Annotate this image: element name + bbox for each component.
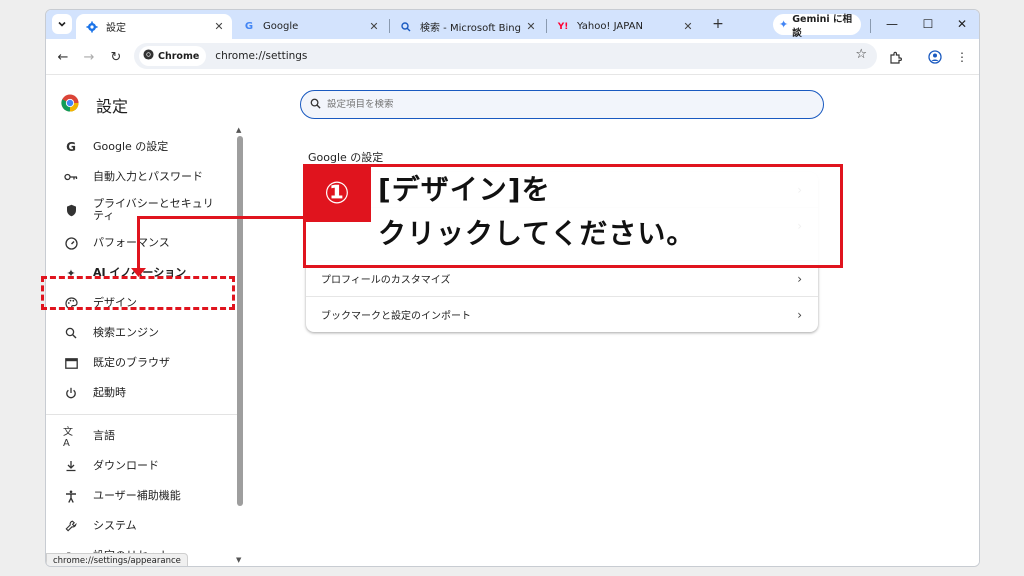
- chrome-logo-icon: [61, 94, 79, 112]
- sidebar-item-on-startup[interactable]: 起動時: [46, 379, 242, 407]
- tab-label: 設定: [106, 23, 126, 34]
- sidebar-item-autofill[interactable]: 自動入力とパスワード: [46, 163, 242, 191]
- card-row-import-bookmarks[interactable]: ブックマークと設定のインポート ›: [306, 297, 818, 332]
- chevron-down-icon: [58, 21, 66, 27]
- search-icon: [63, 325, 79, 341]
- google-g-icon: G: [66, 140, 76, 154]
- tab-bing[interactable]: 検索 - Microsoft Bing ✕: [390, 14, 544, 39]
- sidebar-item-label: ユーザー補助機能: [93, 489, 181, 502]
- sidebar-item-google[interactable]: G Google の設定: [46, 133, 242, 161]
- sidebar-item-downloads[interactable]: ダウンロード: [46, 452, 242, 480]
- url-text: chrome://settings: [215, 50, 308, 62]
- power-icon: [63, 385, 79, 401]
- callout-text: [デザイン]を クリックしてください。: [378, 168, 695, 256]
- status-bar-url: chrome://settings/appearance: [46, 553, 188, 566]
- scroll-up-arrow-icon[interactable]: ▲: [236, 126, 241, 134]
- site-chip-label: Chrome: [158, 50, 200, 62]
- yahoo-icon: Y!: [557, 21, 569, 32]
- section-title: Google の設定: [308, 151, 384, 164]
- highlight-box: [41, 276, 235, 310]
- sidebar-item-languages[interactable]: 文A 言語: [46, 422, 242, 450]
- sidebar-divider: [46, 414, 242, 415]
- sidebar-item-label: 検索エンジン: [93, 326, 159, 339]
- extensions-icon[interactable]: [886, 48, 904, 66]
- settings-search[interactable]: [300, 90, 824, 119]
- key-icon: [63, 169, 79, 185]
- sidebar-scroll-thumb[interactable]: [237, 136, 243, 506]
- sidebar-item-privacy[interactable]: プライバシーとセキュリティ: [46, 190, 242, 230]
- new-tab-button[interactable]: +: [709, 15, 727, 33]
- tab-settings[interactable]: 設定 ✕: [76, 14, 232, 39]
- tab-google[interactable]: G Google ✕: [233, 14, 387, 39]
- scroll-down-arrow-icon[interactable]: ▼: [236, 556, 241, 564]
- step-badge: ①: [303, 164, 371, 222]
- settings-sidebar: 設定 G Google の設定 自動入力とパスワード プライバシーとセキュリティ: [46, 76, 244, 566]
- callout-line: [137, 216, 305, 219]
- shield-icon: [63, 202, 79, 218]
- search-input[interactable]: [327, 99, 787, 110]
- tab-label: 検索 - Microsoft Bing: [420, 23, 521, 34]
- gear-icon: [86, 21, 98, 33]
- maximize-icon[interactable]: ☐: [918, 15, 938, 33]
- profile-icon[interactable]: [926, 48, 944, 66]
- sidebar-item-label: Google の設定: [93, 140, 169, 153]
- tab-separator: [870, 19, 871, 33]
- close-window-icon[interactable]: ✕: [952, 15, 972, 33]
- sidebar-item-label: ダウンロード: [93, 459, 159, 472]
- close-icon[interactable]: ✕: [212, 20, 226, 33]
- callout-line-1: [デザイン]を: [378, 173, 551, 206]
- sidebar-item-label: 起動時: [93, 386, 126, 399]
- browser-window-icon: [63, 355, 79, 371]
- callout-line: [137, 216, 140, 272]
- gemini-button[interactable]: ✦ Gemini に相談: [773, 14, 861, 39]
- tab-strip: 設定 ✕ G Google ✕ 検索 - Microsoft Bing ✕ Y!…: [46, 10, 979, 39]
- settings-page: 設定 G Google の設定 自動入力とパスワード プライバシーとセキュリティ: [46, 76, 979, 566]
- close-icon[interactable]: ✕: [681, 20, 695, 33]
- sidebar-item-search-engine[interactable]: 検索エンジン: [46, 319, 242, 347]
- sidebar-item-system[interactable]: システム: [46, 512, 242, 540]
- chevron-right-icon: ›: [797, 307, 802, 322]
- forward-icon[interactable]: →: [80, 48, 98, 66]
- sidebar-item-label: パフォーマンス: [93, 236, 170, 249]
- translate-icon: 文A: [63, 427, 73, 449]
- tab-search-button[interactable]: [52, 14, 72, 34]
- sidebar-item-default-browser[interactable]: 既定のブラウザ: [46, 349, 242, 377]
- bookmark-star-icon[interactable]: ☆: [855, 47, 867, 62]
- gemini-sparkle-icon: ✦: [779, 18, 789, 31]
- minimize-icon[interactable]: —: [882, 15, 902, 33]
- search-icon: [310, 98, 321, 112]
- close-icon[interactable]: ✕: [367, 20, 381, 33]
- back-icon[interactable]: ←: [54, 48, 72, 66]
- address-bar[interactable]: Chrome chrome://settings ☆: [134, 43, 877, 69]
- sidebar-item-label: 言語: [93, 429, 115, 442]
- google-icon: G: [244, 21, 254, 32]
- site-info-chip[interactable]: Chrome: [139, 46, 207, 66]
- sidebar-item-label: システム: [93, 519, 137, 532]
- toolbar: ← → ↻ Chrome chrome://settings ☆ ⋮: [46, 39, 979, 75]
- menu-icon[interactable]: ⋮: [953, 48, 971, 66]
- tab-yahoo[interactable]: Y! Yahoo! JAPAN ✕: [547, 14, 701, 39]
- card-row-label: ブックマークと設定のインポート: [321, 311, 471, 322]
- download-icon: [63, 458, 79, 474]
- page-title: 設定: [96, 97, 129, 116]
- reload-icon[interactable]: ↻: [107, 48, 125, 66]
- search-icon: [400, 21, 412, 33]
- chrome-icon: [143, 49, 154, 63]
- sidebar-item-performance[interactable]: パフォーマンス: [46, 229, 242, 257]
- card-row-label: プロフィールのカスタマイズ: [321, 275, 451, 286]
- tab-label: Yahoo! JAPAN: [577, 21, 643, 32]
- gemini-label: Gemini に相談: [792, 13, 852, 39]
- sidebar-item-accessibility[interactable]: ユーザー補助機能: [46, 482, 242, 510]
- speedometer-icon: [63, 235, 79, 251]
- accessibility-icon: [63, 488, 79, 504]
- wrench-icon: [63, 518, 79, 534]
- callout-line-2: クリックしてください。: [378, 217, 696, 250]
- chevron-right-icon: ›: [797, 271, 802, 286]
- close-icon[interactable]: ✕: [524, 20, 538, 33]
- tab-label: Google: [263, 21, 299, 32]
- sidebar-item-label: 自動入力とパスワード: [93, 170, 203, 183]
- sidebar-item-label: 既定のブラウザ: [93, 356, 170, 369]
